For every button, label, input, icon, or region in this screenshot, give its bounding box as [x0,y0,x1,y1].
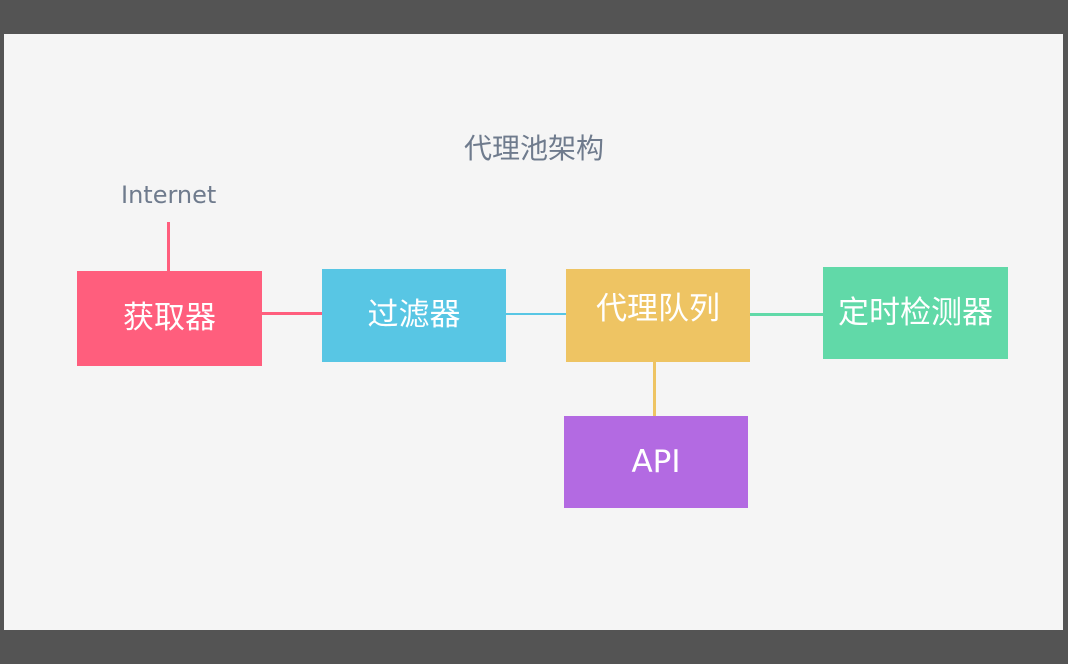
edge-fetcher-filter [262,312,326,315]
node-checker: 定时检测器 [823,267,1008,359]
diagram-title: 代理池架构 [463,132,604,165]
edge-internet-fetcher [167,222,170,271]
edge-filter-queue [506,313,566,315]
node-queue: 代理队列 [566,269,750,362]
node-queue-label: 代理队列 [596,291,720,327]
node-api-label: API [631,443,681,480]
node-checker-label: 定时检测器 [838,294,993,331]
internet-label: Internet [121,181,217,209]
node-filter: 过滤器 [322,269,506,362]
edge-queue-checker [750,313,823,316]
edge-queue-api [653,362,656,416]
node-fetcher-label: 获取器 [123,300,216,336]
node-api: API [564,416,748,508]
node-filter-label: 过滤器 [367,297,461,333]
node-fetcher: 获取器 [77,271,262,366]
